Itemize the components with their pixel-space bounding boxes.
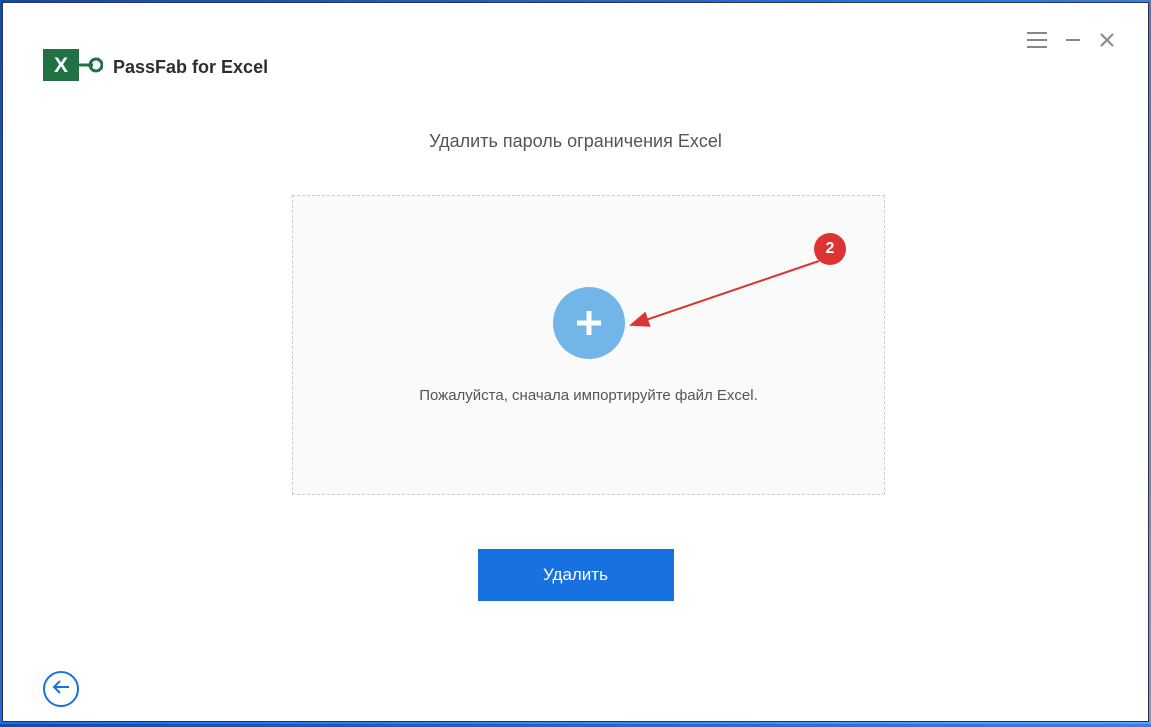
menu-icon[interactable] bbox=[1026, 31, 1048, 49]
minimize-icon[interactable] bbox=[1064, 31, 1082, 49]
app-header: X PassFab for Excel bbox=[41, 43, 268, 92]
svg-text:X: X bbox=[54, 54, 68, 77]
file-dropzone[interactable]: Пожалуйста, сначала импортируйте файл Ex… bbox=[292, 195, 885, 495]
page-heading: Удалить пароль ограничения Excel bbox=[3, 131, 1148, 152]
add-file-button[interactable] bbox=[553, 287, 625, 359]
app-window: X PassFab for Excel Удалить пароль огран… bbox=[2, 2, 1149, 722]
close-icon[interactable] bbox=[1098, 31, 1116, 49]
back-button[interactable] bbox=[43, 671, 79, 707]
excel-logo-icon: X bbox=[41, 43, 103, 92]
titlebar-controls bbox=[1026, 31, 1116, 49]
arrow-left-icon bbox=[51, 679, 71, 700]
dropzone-instruction: Пожалуйста, сначала импортируйте файл Ex… bbox=[419, 387, 758, 404]
plus-icon bbox=[571, 305, 607, 341]
app-title: PassFab for Excel bbox=[113, 57, 268, 78]
remove-button[interactable]: Удалить bbox=[478, 549, 674, 601]
